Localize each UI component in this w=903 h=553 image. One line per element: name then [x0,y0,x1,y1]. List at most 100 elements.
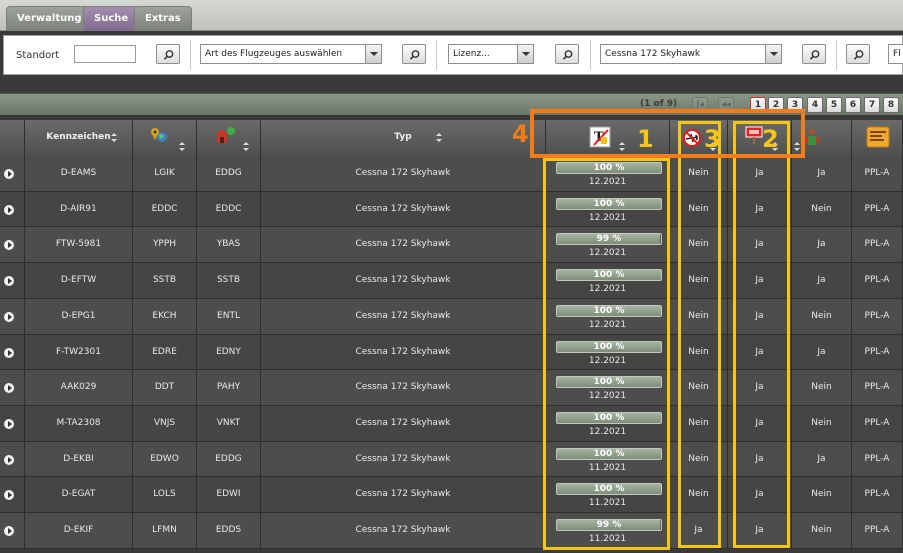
row-expand-icon[interactable] [4,276,14,286]
kennzeichen-cell: AAK029 [25,370,133,406]
extra-select-value: Fl [893,49,901,59]
page-button[interactable]: 6 [845,97,861,113]
license-search-button[interactable] [555,44,579,64]
search-icon [163,50,174,60]
fuel-cell: 100 % 12.2021 [546,156,670,192]
page-button[interactable]: 4 [807,97,823,113]
kennzeichen-cell: F-TW2301 [25,335,133,370]
first-page-button[interactable]: |◂ [692,97,708,113]
sort-icon[interactable] [436,133,442,143]
aircraft-type-search-button[interactable] [402,44,426,64]
license-cell: PPL-A [852,227,903,263]
expand-cell[interactable] [0,263,25,299]
chevron-down-icon[interactable] [765,45,781,63]
annotation-number-1: 1 [637,125,654,153]
tab-verwaltung[interactable]: Verwaltung [6,6,93,31]
sort-icon[interactable] [111,133,117,143]
header-for-sale[interactable] [728,120,792,156]
page-button[interactable]: 2 [768,97,784,113]
expand-cell[interactable] [0,442,25,477]
prev-page-button[interactable]: ◂◂ [718,97,734,113]
expand-cell[interactable] [0,370,25,406]
start-cell: EKCH [133,299,197,335]
row-expand-icon[interactable] [4,240,14,250]
fuel-progress-bar: 100 % [556,305,662,317]
row-expand-icon[interactable] [4,419,14,429]
fuel-date-label: 12.2021 [588,177,627,187]
expand-cell[interactable] [0,406,25,442]
row-expand-icon[interactable] [4,490,14,500]
page-button[interactable]: 5 [826,97,842,113]
page-button[interactable]: 1 [750,97,766,113]
row-expand-icon[interactable] [4,169,14,179]
row-expand-icon[interactable] [4,312,14,322]
fuel-progress-bar: 99 % [556,233,662,245]
standort-search-button[interactable] [156,44,180,64]
header-home[interactable] [197,120,261,156]
search-filter-bar: Standort Art des Flugzeuges auswählen Li… [3,35,903,75]
model-select[interactable]: Cessna 172 Skyhawk [600,44,782,64]
for-sale-cell: Ja [728,263,792,299]
expand-cell[interactable] [0,335,25,370]
model-search-button[interactable] [802,44,826,64]
chevron-down-icon[interactable] [365,45,381,63]
crew-cell: Nein [792,370,852,406]
row-expand-icon[interactable] [4,205,14,215]
for-sale-cell: Ja [728,370,792,406]
home-cell: EDDC [197,192,261,227]
expand-cell[interactable] [0,299,25,335]
header-kennzeichen[interactable]: Kennzeichen [25,120,133,156]
row-expand-icon[interactable] [4,455,14,465]
expand-cell[interactable] [0,477,25,513]
sort-icon[interactable] [794,142,800,152]
header-license[interactable] [852,120,903,156]
page-button[interactable]: 3 [787,97,803,113]
restriction-cell: Nein [670,263,728,299]
row-expand-icon[interactable] [4,526,14,536]
row-expand-icon[interactable] [4,383,14,393]
fuel-progress-bar: 100 % [556,412,662,424]
tab-suche[interactable]: Suche [83,6,140,31]
restriction-cell: Nein [670,406,728,442]
for-sale-cell: Ja [728,156,792,192]
home-cell: YBAS [197,227,261,263]
fuel-date-label: 12.2021 [588,248,627,258]
expand-cell[interactable] [0,156,25,192]
home-cell: ENTL [197,299,261,335]
fuel-progress-remainder [659,234,661,244]
tab-extras[interactable]: Extras [134,6,192,31]
header-crew[interactable] [792,120,852,156]
type-cell: Cessna 172 Skyhawk [261,227,546,263]
annotation-number-4: 4 [512,120,529,148]
for-sale-cell: Ja [728,335,792,370]
fuel-cell: 100 % 12.2021 [546,192,670,227]
home-cell: EDWI [197,477,261,513]
extra-search-button[interactable] [846,44,870,64]
start-cell: LGIK [133,156,197,192]
crew-cell: Nein [792,192,852,227]
sort-icon[interactable] [243,142,249,152]
chevron-down-icon[interactable] [517,45,533,63]
expand-cell[interactable] [0,513,25,549]
sort-icon[interactable] [619,142,625,152]
row-expand-icon[interactable] [4,348,14,358]
page-button[interactable]: 7 [864,97,880,113]
fuel-date-label: 12.2021 [588,284,627,294]
standort-input[interactable] [74,45,136,63]
sort-icon[interactable] [179,142,185,152]
fuel-cell: 99 % 12.2021 [546,227,670,263]
fuel-cell: 100 % 12.2021 [546,263,670,299]
start-cell: SSTB [133,263,197,299]
fuel-percent-label: 100 % [593,449,625,459]
kennzeichen-cell: D-EKBI [25,442,133,477]
aircraft-type-select[interactable]: Art des Flugzeuges auswählen [200,44,382,64]
license-select[interactable]: Lizenz... [448,44,534,64]
header-typ[interactable]: Typ [261,120,546,156]
page-button[interactable]: 8 [883,97,899,113]
header-start[interactable] [133,120,197,156]
expand-cell[interactable] [0,192,25,227]
extra-select[interactable]: Fl [888,44,903,64]
fuel-percent-label: 99 % [596,520,622,530]
expand-cell[interactable] [0,227,25,263]
fuel-cell: 100 % 12.2021 [546,370,670,406]
